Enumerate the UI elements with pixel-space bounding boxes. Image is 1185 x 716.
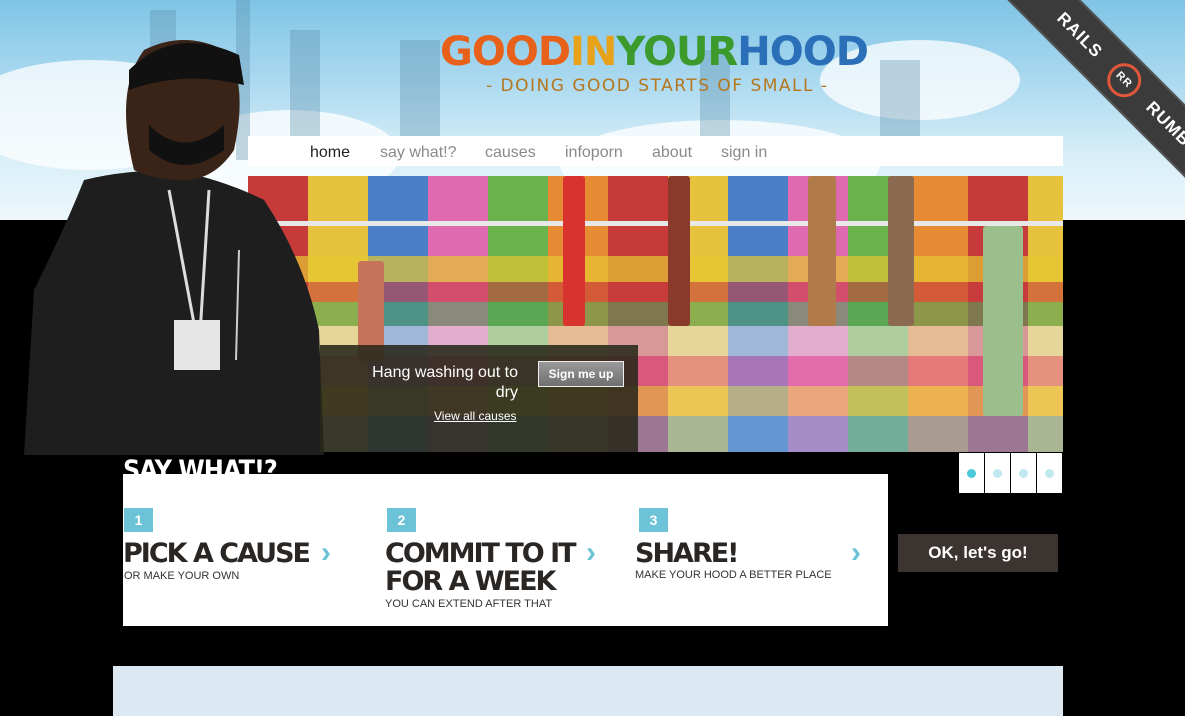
logo-word-good: GOOD	[440, 29, 571, 75]
step-2-title: COMMIT TO IT FOR A WEEK	[385, 538, 577, 597]
dot-active-icon	[967, 468, 976, 478]
step-2-number: 2	[387, 508, 416, 532]
site-logo[interactable]: GOOD IN YOUR HOOD	[440, 32, 902, 72]
cause-title: Hang washing out to dry	[372, 364, 518, 401]
step-3-subtitle: MAKE YOUR HOOD A BETTER PLACE	[635, 569, 832, 581]
slide-dot-2[interactable]	[985, 453, 1010, 493]
chevron-right-icon: ›	[586, 536, 596, 569]
step-3-title: SHARE!	[635, 538, 740, 569]
slide-dot-3[interactable]	[1011, 453, 1036, 493]
logo-word-your: YOUR	[616, 29, 738, 75]
logo-word-in: IN	[570, 29, 617, 75]
rails-rumble-badge-icon: RR	[1099, 55, 1149, 105]
dot-icon	[993, 468, 1002, 478]
sign-me-up-button[interactable]: Sign me up	[538, 361, 624, 387]
logo-word-hood: HOOD	[737, 29, 869, 75]
slide-pagination	[959, 453, 1063, 493]
site-tagline: - DOING GOOD STARTS OF SMALL -	[486, 76, 829, 96]
content-panel	[113, 666, 1063, 716]
nav-causes[interactable]: causes	[485, 144, 536, 162]
chevron-right-icon: ›	[851, 536, 861, 569]
main-nav: home say what!? causes infoporn about si…	[248, 136, 1063, 166]
nav-infoporn[interactable]: infoporn	[565, 144, 623, 162]
steps-panel: 1 PICK A CAUSE OR MAKE YOUR OWN › 2 COMM…	[123, 474, 888, 626]
rapper-photo	[24, 40, 324, 455]
nav-say-what[interactable]: say what!?	[380, 144, 456, 162]
cause-caption-box: Hang washing out to dry Sign me up View …	[320, 345, 638, 452]
dot-icon	[1019, 468, 1028, 478]
view-all-causes-link[interactable]: View all causes	[434, 409, 517, 423]
slide-dot-4[interactable]	[1037, 453, 1062, 493]
slide-dot-1[interactable]	[959, 453, 984, 493]
ribbon-left-text: RAILS	[1053, 8, 1107, 62]
nav-about[interactable]: about	[652, 144, 692, 162]
step-1-number: 1	[124, 508, 153, 532]
ribbon-right-text: RUMBLE	[1142, 97, 1185, 167]
step-3-number: 3	[639, 508, 668, 532]
nav-sign-in[interactable]: sign in	[721, 144, 767, 162]
dot-icon	[1045, 468, 1054, 478]
ok-lets-go-button[interactable]: OK, let's go!	[898, 534, 1058, 572]
chevron-right-icon: ›	[321, 536, 331, 569]
step-2-subtitle: YOU CAN EXTEND AFTER THAT	[385, 598, 553, 610]
step-1-subtitle: OR MAKE YOUR OWN	[124, 570, 240, 582]
step-1-title: PICK A CAUSE	[123, 538, 311, 569]
